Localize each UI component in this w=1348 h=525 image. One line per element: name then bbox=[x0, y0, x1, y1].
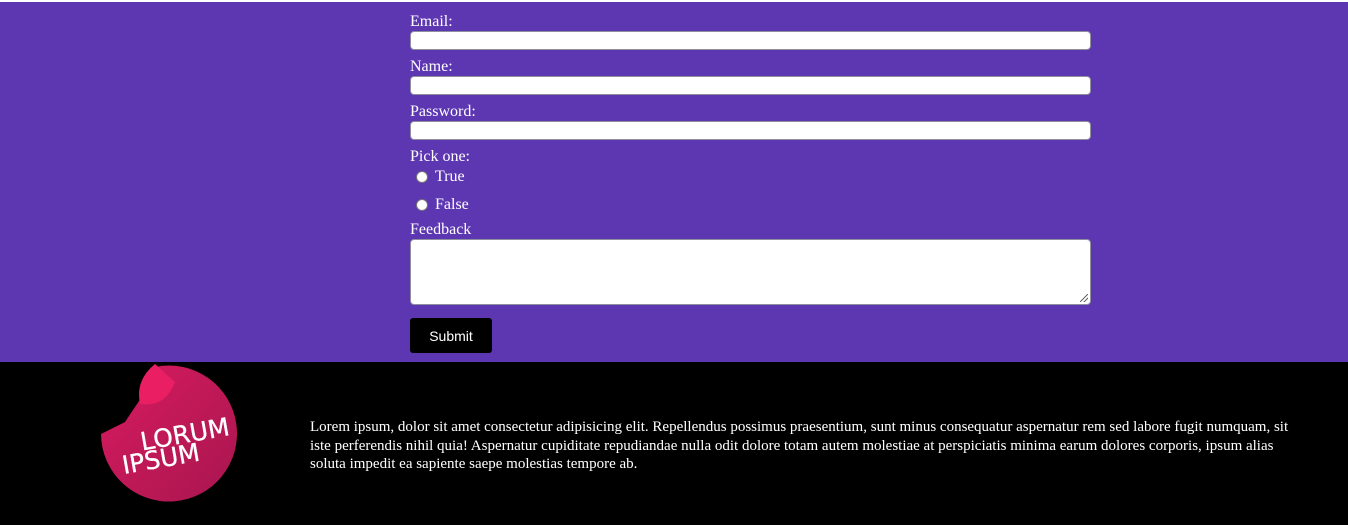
resize-handle-icon[interactable] bbox=[1080, 294, 1088, 302]
footer: LORUM IPSUM Lorem ipsum, dolor sit amet … bbox=[0, 362, 1348, 525]
password-label: Password: bbox=[410, 103, 476, 120]
radio-label-false: False bbox=[435, 196, 469, 213]
name-label: Name: bbox=[410, 58, 453, 75]
form-section: Email: Name: Password: Pick one: True Fa… bbox=[0, 2, 1348, 362]
radio-button-false[interactable] bbox=[416, 199, 428, 211]
radio-option-true[interactable]: True bbox=[410, 167, 1091, 187]
radio-option-false[interactable]: False bbox=[410, 195, 1091, 215]
submit-button[interactable]: Submit bbox=[410, 318, 492, 353]
lorum-ipsum-logo: LORUM IPSUM bbox=[101, 364, 237, 502]
feedback-textarea[interactable] bbox=[410, 239, 1091, 305]
email-field[interactable] bbox=[410, 31, 1091, 50]
radio-label-true: True bbox=[435, 168, 465, 185]
name-field[interactable] bbox=[410, 76, 1091, 95]
pick-one-label: Pick one: bbox=[410, 148, 470, 165]
contact-form: Email: Name: Password: Pick one: True Fa… bbox=[410, 13, 1091, 353]
email-label: Email: bbox=[410, 13, 453, 30]
feedback-label: Feedback bbox=[410, 221, 472, 238]
footer-paragraph: Lorem ipsum, dolor sit amet consectetur … bbox=[310, 419, 1289, 472]
radio-button-true[interactable] bbox=[416, 171, 428, 183]
password-field[interactable] bbox=[410, 121, 1091, 140]
